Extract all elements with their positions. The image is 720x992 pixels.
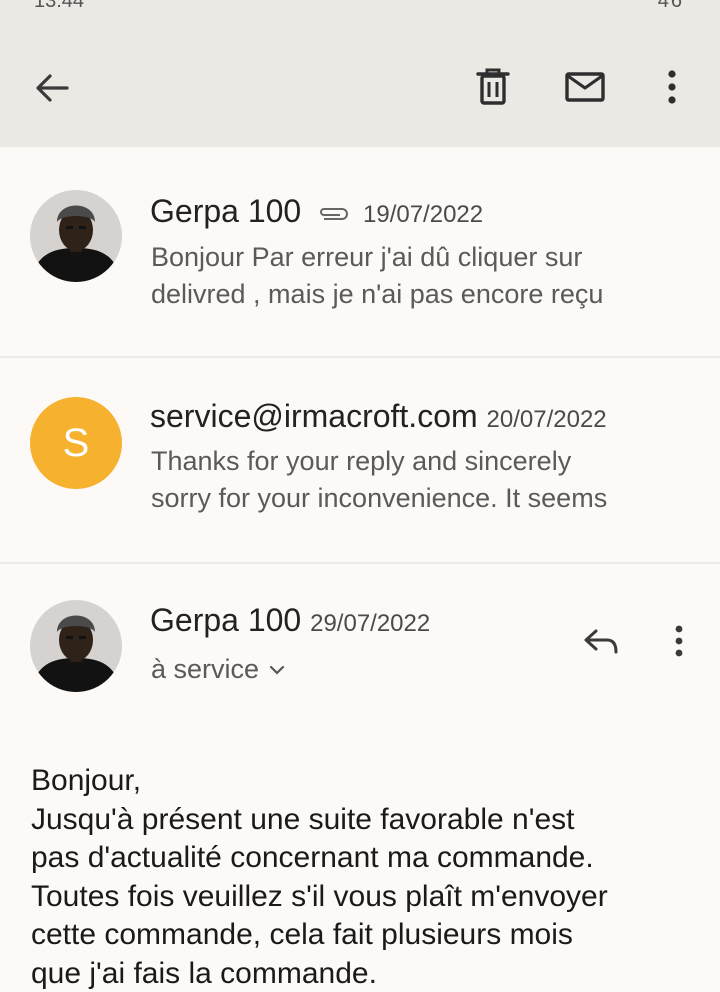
preview-line: Bonjour Par erreur j'ai dû cliquer sur: [151, 242, 583, 272]
preview-line: Thanks for your reply and sincerely: [151, 446, 572, 476]
delete-button[interactable]: [470, 64, 516, 110]
attachment-icon: [320, 207, 349, 220]
message-date: 29/07/2022: [310, 610, 431, 637]
message-preview: Bonjour Par erreur j'ai dû cliquer sur d…: [151, 239, 691, 313]
message-date: 20/07/2022: [486, 406, 607, 433]
body-line: pas d'actualité concernant ma commande.: [31, 841, 594, 874]
avatar[interactable]: [30, 600, 122, 692]
body-line: Bonjour,: [31, 764, 142, 797]
mail-icon: [565, 72, 605, 102]
chevron-down-icon: [269, 665, 285, 675]
message-date: 19/07/2022: [363, 201, 484, 228]
body-line: Toutes fois veuillez s'il vous plaît m'e…: [31, 879, 608, 913]
message-preview: Thanks for your reply and sincerely sorr…: [151, 443, 691, 517]
body-line: que j'ai fais la commande.: [31, 956, 377, 990]
collapsed-message[interactable]: S service@irmacroft.com 20/07/2022 Thank…: [0, 358, 720, 563]
body-line: Jusqu'à présent une suite favorable n'es…: [31, 802, 575, 836]
person-photo-icon: [30, 190, 122, 282]
sender-name: service@irmacroft.com: [150, 398, 478, 434]
reply-button[interactable]: [578, 620, 624, 662]
trash-icon: [476, 68, 510, 105]
more-options-button[interactable]: [650, 64, 694, 110]
recipient-details-toggle[interactable]: à service: [151, 654, 285, 685]
status-bar: 13:44 46: [0, 0, 720, 14]
avatar[interactable]: [30, 190, 122, 282]
sender-name: Gerpa 100: [150, 602, 302, 638]
recipient-label: à service: [151, 654, 260, 684]
avatar[interactable]: S: [30, 397, 122, 489]
body-line: cette commande, cela fait plusieurs mois: [31, 918, 573, 951]
message-more-button[interactable]: [664, 620, 694, 662]
mark-unread-button[interactable]: [560, 64, 610, 110]
arrow-left-icon: [36, 74, 69, 102]
status-time: 13:44: [34, 0, 85, 12]
back-button[interactable]: [28, 66, 76, 110]
reply-icon: [584, 629, 618, 654]
preview-line: sorry for your inconvenience. It seems: [151, 483, 608, 513]
status-indicators: 46: [657, 0, 684, 12]
more-vertical-icon: [675, 625, 683, 657]
message-body: Bonjour, Jusqu'à présent une suite favor…: [31, 762, 701, 992]
avatar-letter: S: [62, 420, 90, 465]
top-app-bar: [0, 14, 720, 147]
preview-line: delivred , mais je n'ai pas encore reçu: [151, 279, 604, 309]
collapsed-message[interactable]: Gerpa 100 19/07/2022 Bonjour Par erreur …: [0, 147, 720, 357]
sender-name: Gerpa 100: [150, 193, 302, 229]
more-vertical-icon: [668, 70, 676, 104]
person-photo-icon: [30, 600, 122, 692]
